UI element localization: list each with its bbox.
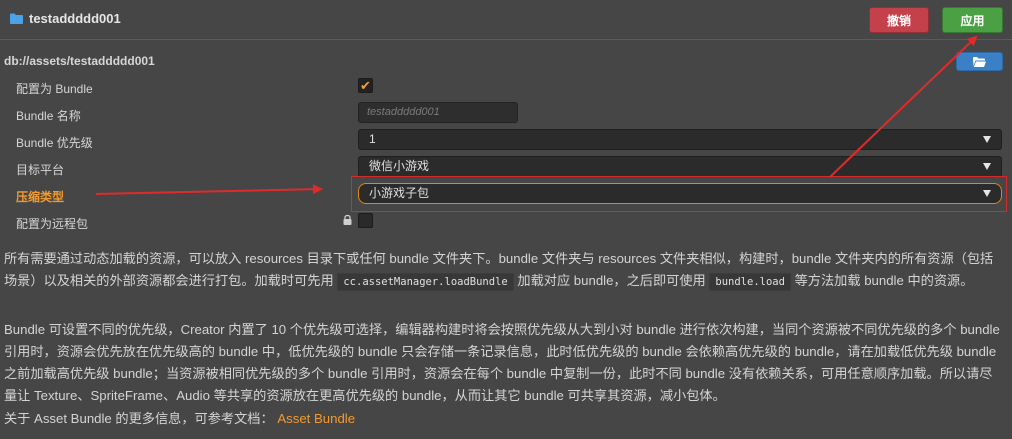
annotation-arrows [95, 35, 978, 195]
annotation-arrow-to-apply [829, 35, 978, 178]
annotation-arrow-to-select [95, 184, 323, 195]
